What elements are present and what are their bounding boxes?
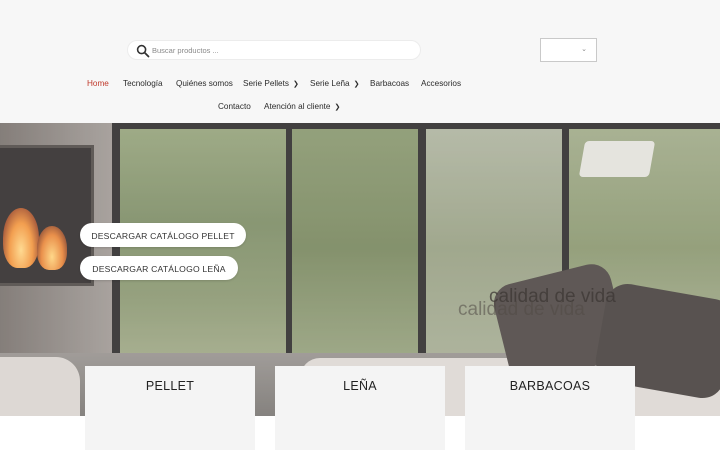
download-lena-catalog-button[interactable]: DESCARGAR CATÁLOGO LEÑA xyxy=(80,256,238,280)
chevron-down-icon: ❯ xyxy=(292,81,299,88)
nav-item-label: Atención al cliente xyxy=(264,102,331,111)
chevron-down-icon: ❯ xyxy=(334,104,341,111)
nav-item-label: Serie Pellets xyxy=(243,79,289,88)
category-card-pellet[interactable]: PELLET xyxy=(85,366,255,450)
nav-item-atencion-al-cliente[interactable]: Atención al cliente ❯ xyxy=(264,101,340,114)
nav-item-barbacoas[interactable]: Barbacoas xyxy=(370,78,409,90)
chevron-down-icon: ❯ xyxy=(353,81,360,88)
category-title: LEÑA xyxy=(343,379,377,393)
nav-item-label: Quiénes somos xyxy=(176,79,233,88)
nav-item-home[interactable]: Home xyxy=(87,78,109,90)
nav-item-label: Barbacoas xyxy=(370,79,410,88)
nav-item-accesorios[interactable]: Accesorios xyxy=(421,78,461,90)
nav-item-label: Tecnología xyxy=(123,79,163,88)
nav-item-quienes-somos[interactable]: Quiénes somos xyxy=(176,78,233,90)
nav-item-contacto[interactable]: Contacto xyxy=(218,101,251,113)
nav-item-label: Contacto xyxy=(218,102,251,111)
search-input[interactable] xyxy=(152,41,412,59)
hero-tagline-shadow: calidad de vida xyxy=(458,299,585,320)
nav-item-serie-pellets[interactable]: Serie Pellets ❯ xyxy=(243,78,299,91)
category-card-lena[interactable]: LEÑA xyxy=(275,366,445,450)
nav-item-label: Serie Leña xyxy=(310,79,350,88)
product-search-box[interactable] xyxy=(127,40,421,60)
category-title: PELLET xyxy=(145,379,195,393)
main-navigation: Home Tecnología Quiénes somos Serie Pell… xyxy=(0,75,720,120)
download-pellet-catalog-button[interactable]: DESCARGAR CATÁLOGO PELLET xyxy=(80,223,246,247)
nav-item-label: Accesorios xyxy=(421,79,462,88)
language-select[interactable]: ⌄ xyxy=(540,38,597,62)
site-header: ⌄ Home Tecnología Quiénes somos Serie Pe… xyxy=(0,0,720,123)
nav-item-tecnologia[interactable]: Tecnología xyxy=(123,78,163,90)
nav-item-label: Home xyxy=(87,79,109,88)
chevron-down-icon: ⌄ xyxy=(581,46,587,53)
search-icon[interactable] xyxy=(136,44,150,58)
category-card-barbacoas[interactable]: BARBACOAS xyxy=(465,366,635,450)
category-title: BARBACOAS xyxy=(509,379,591,393)
nav-item-serie-lena[interactable]: Serie Leña ❯ xyxy=(310,78,359,91)
